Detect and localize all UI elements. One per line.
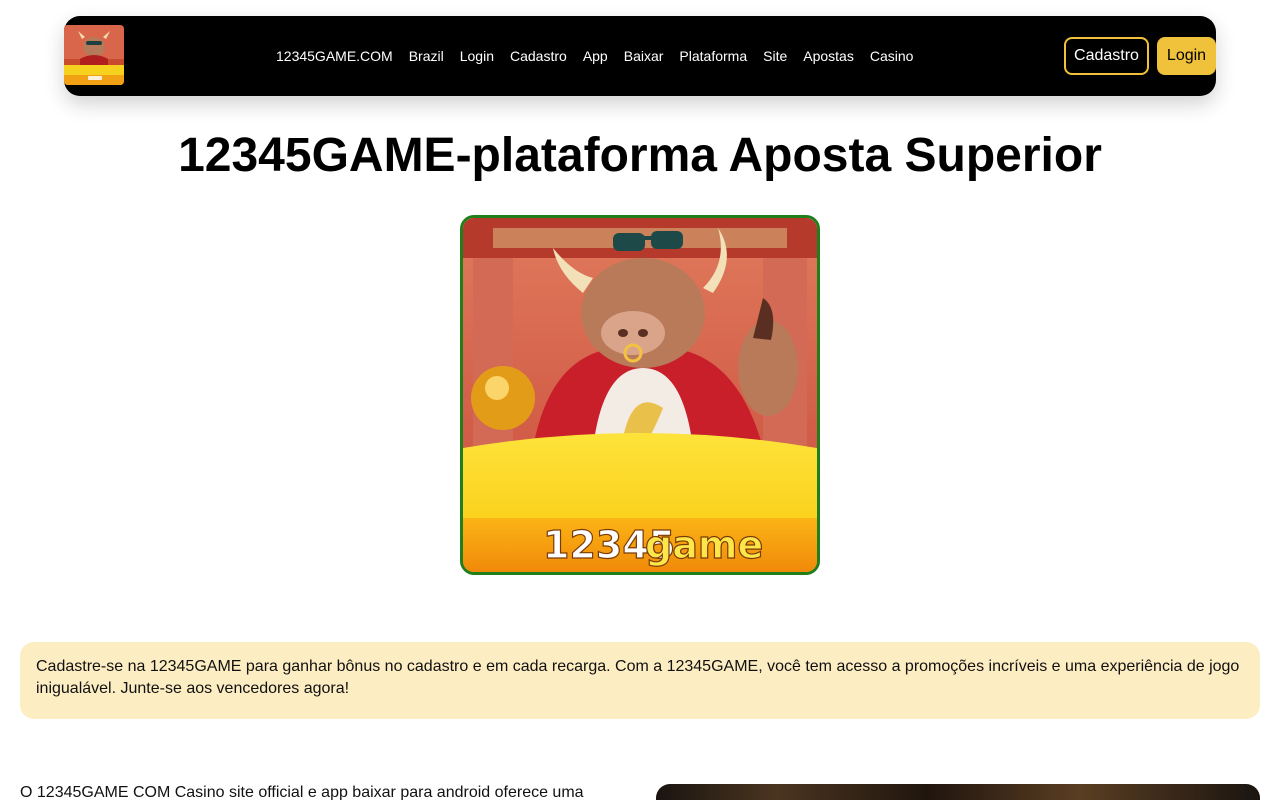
nav-link-plataforma[interactable]: Plataforma [679, 48, 747, 64]
nav-link-site[interactable]: Site [763, 48, 787, 64]
nav-link-casino[interactable]: Casino [870, 48, 914, 64]
bull-logo-icon [64, 25, 124, 85]
nav-link-home[interactable]: 12345GAME.COM [276, 48, 393, 64]
page-title: 12345GAME-plataforma Aposta Superior [178, 129, 1102, 182]
main-nav: 12345GAME.COM Brazil Login Cadastro App … [276, 16, 913, 96]
nav-link-cadastro[interactable]: Cadastro [510, 48, 567, 64]
nav-link-apostas[interactable]: Apostas [803, 48, 854, 64]
hero-image: 12345 game [460, 215, 820, 575]
login-button[interactable]: Login [1157, 37, 1216, 75]
nav-link-app[interactable]: App [583, 48, 608, 64]
bull-mascot-illustration: 12345 game [463, 218, 817, 572]
intro-paragraph: O 12345GAME COM Casino site official e a… [20, 784, 584, 800]
promo-banner: Cadastre-se na 12345GAME para ganhar bôn… [20, 642, 1260, 719]
navbar: 12345GAME.COM Brazil Login Cadastro App … [64, 16, 1216, 96]
hero-brand-yellow: game [645, 523, 763, 567]
promo-text: Cadastre-se na 12345GAME para ganhar bôn… [36, 658, 1240, 697]
nav-link-login[interactable]: Login [460, 48, 494, 64]
site-logo[interactable] [64, 25, 124, 85]
casino-banner-image [656, 784, 1260, 800]
nav-link-baixar[interactable]: Baixar [624, 48, 664, 64]
nav-link-brazil[interactable]: Brazil [409, 48, 444, 64]
cadastro-button[interactable]: Cadastro [1064, 37, 1149, 75]
